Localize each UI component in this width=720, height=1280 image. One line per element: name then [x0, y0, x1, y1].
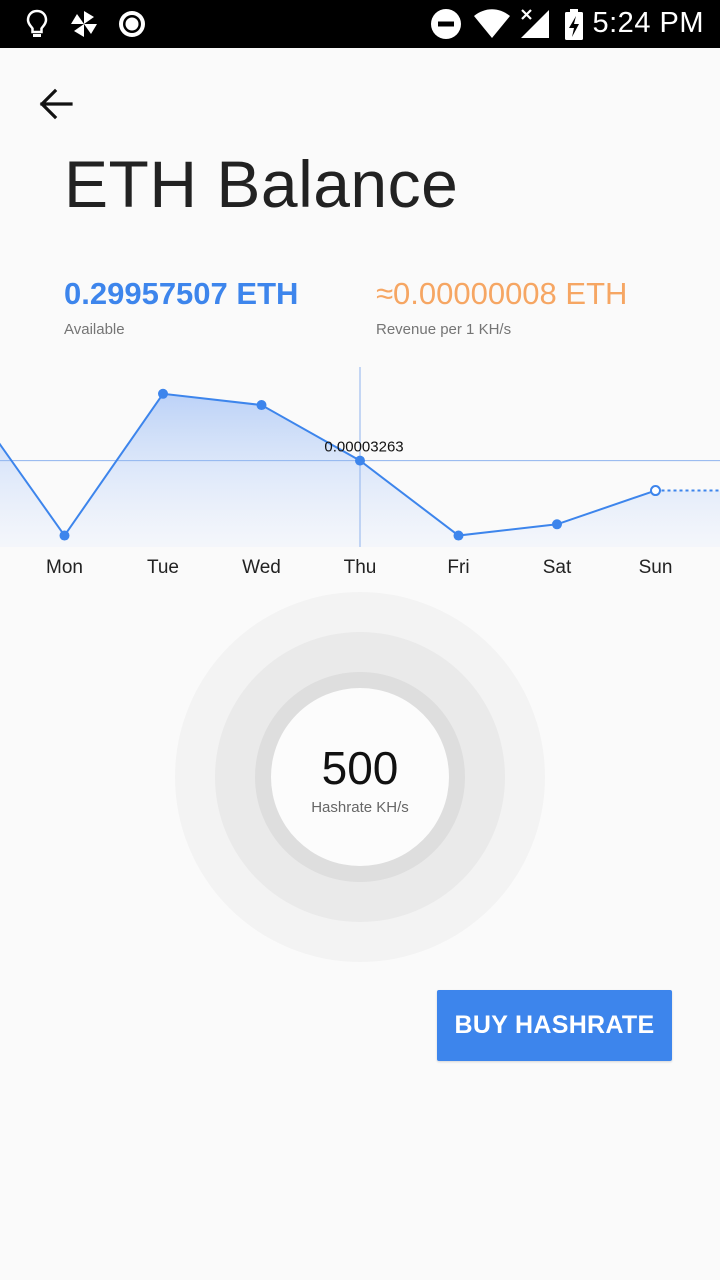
revenue-per-khs: ≈0.00000008 ETH Revenue per 1 KH/s — [376, 276, 627, 338]
buy-hashrate-button[interactable]: BUY HASHRATE — [437, 990, 672, 1061]
x-tick-label-wed: Wed — [242, 557, 281, 578]
revenue-label: Revenue per 1 KH/s — [376, 321, 512, 338]
available-balance-label: Available — [64, 321, 125, 338]
hashrate-label: Hashrate KH/s — [311, 798, 409, 816]
chart-point-wed[interactable] — [256, 400, 267, 411]
weekly-earnings-chart[interactable]: 0.00003263 Mon Tue Wed Thu Fri Sat Sun — [0, 360, 720, 590]
battery-charging-icon — [565, 9, 583, 40]
chart-point-thu[interactable] — [355, 455, 365, 466]
lightbulb-icon — [26, 9, 48, 37]
dial-center: 500 Hashrate KH/s — [271, 688, 449, 866]
record-icon — [119, 11, 145, 37]
available-balance-value: 0.29957507 ETH — [64, 276, 299, 311]
x-tick-label-sun: Sun — [639, 557, 673, 578]
chart-point-fri[interactable] — [453, 530, 464, 541]
x-tick-label-sat: Sat — [543, 557, 572, 578]
chart-point-sun[interactable] — [650, 485, 661, 497]
arrow-left-icon — [39, 88, 73, 120]
pinwheel-icon — [71, 11, 97, 37]
x-tick-label-thu: Thu — [344, 557, 377, 578]
hashrate-dial[interactable]: 500 Hashrate KH/s — [175, 592, 545, 962]
hashrate-value: 500 — [321, 741, 399, 794]
revenue-value: ≈0.00000008 ETH — [376, 276, 628, 311]
do-not-disturb-icon — [431, 9, 461, 39]
chart-point-tue[interactable] — [158, 388, 168, 399]
back-button[interactable] — [28, 78, 84, 130]
available-balance: 0.29957507 ETH Available — [64, 276, 298, 338]
status-time: 5:24 PM — [592, 7, 704, 39]
status-bar: 5:24 PM — [0, 0, 720, 48]
x-tick-label-mon: Mon — [46, 557, 83, 578]
chart-point-mon[interactable] — [59, 530, 70, 541]
chart-point-sat[interactable] — [552, 519, 562, 530]
x-tick-label-tue: Tue — [147, 557, 179, 578]
x-tick-label-fri: Fri — [447, 557, 469, 578]
page-title: ETH Balance — [64, 147, 459, 221]
cell-signal-icon — [521, 9, 549, 38]
chart-selected-value-label: 0.00003263 — [324, 439, 403, 456]
wifi-icon — [474, 9, 510, 38]
